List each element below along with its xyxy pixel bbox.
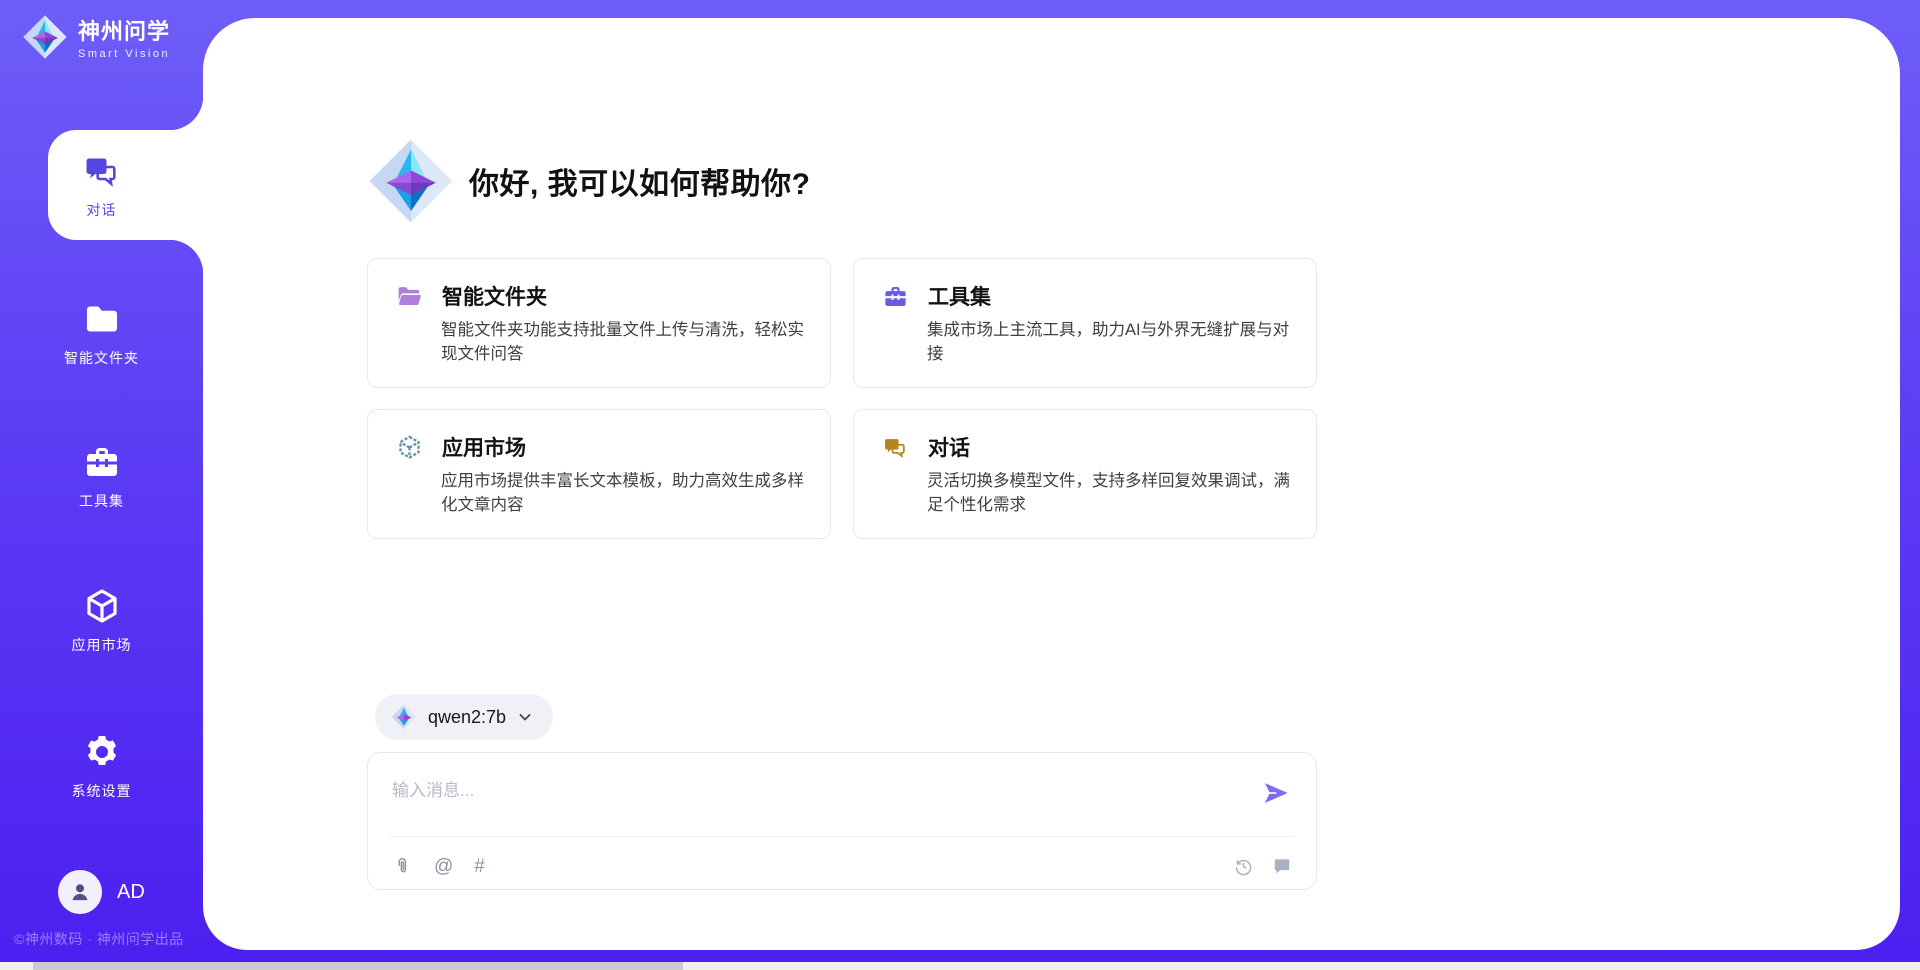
active-tab-background xyxy=(48,130,203,240)
mention-icon[interactable]: @ xyxy=(434,857,453,876)
card-chat[interactable]: 对话 灵活切换多模型文件，支持多样回复效果调试，满足个性化需求 xyxy=(853,409,1317,539)
card-toolset[interactable]: 工具集 集成市场上主流工具，助力AI与外界无缝扩展与对接 xyxy=(853,258,1317,388)
model-selector[interactable]: qwen2:7b xyxy=(375,694,553,740)
toolbox-icon xyxy=(82,442,122,482)
brand-name: 神州问学 xyxy=(78,14,170,46)
sidebar-item-label: 工具集 xyxy=(79,491,124,511)
sidebar-item-chat[interactable]: 对话 xyxy=(0,130,203,240)
brand-diamond-icon xyxy=(22,14,68,60)
greeting-block: 你好, 我可以如何帮助你? xyxy=(367,137,811,225)
brand-subtitle: Smart Vision xyxy=(78,48,170,60)
sidebar-item-label: 应用市场 xyxy=(72,635,132,655)
user-account[interactable]: AD xyxy=(58,870,145,914)
card-smart-folder[interactable]: 智能文件夹 智能文件夹功能支持批量文件上传与清洗，轻松实现文件问答 xyxy=(367,258,831,388)
card-title: 智能文件夹 xyxy=(442,281,547,311)
scrollbar-thumb[interactable] xyxy=(33,962,683,970)
avatar xyxy=(58,870,102,914)
person-icon xyxy=(67,879,93,905)
card-title: 工具集 xyxy=(928,281,991,311)
user-name: AD xyxy=(117,881,145,904)
assistant-diamond-icon xyxy=(367,137,455,225)
chat-icon xyxy=(82,151,122,191)
sidebar: 神州问学 Smart Vision 对话 智能文件夹 工具集 xyxy=(0,0,203,970)
card-description: 智能文件夹功能支持批量文件上传与清洗，轻松实现文件问答 xyxy=(441,319,810,367)
composer-toolbar: @ # xyxy=(392,852,1292,880)
toolbox-icon xyxy=(882,283,909,310)
hashtag-icon[interactable]: # xyxy=(474,857,485,876)
sidebar-item-label: 智能文件夹 xyxy=(64,348,139,368)
greeting-title: 你好, 我可以如何帮助你? xyxy=(469,159,811,203)
message-composer: @ # xyxy=(367,752,1317,890)
horizontal-scrollbar[interactable] xyxy=(0,962,1920,970)
history-icon[interactable] xyxy=(1233,856,1254,877)
send-icon[interactable] xyxy=(1262,779,1290,807)
sidebar-item-label: 系统设置 xyxy=(72,781,132,801)
sidebar-item-label: 对话 xyxy=(87,200,117,220)
card-title: 对话 xyxy=(928,432,970,462)
grid-cube-icon xyxy=(396,434,423,461)
attachment-icon[interactable] xyxy=(392,856,413,877)
card-title: 应用市场 xyxy=(442,432,526,462)
sidebar-item-app-market[interactable]: 应用市场 xyxy=(0,565,203,675)
sidebar-item-smart-folder[interactable]: 智能文件夹 xyxy=(0,278,203,388)
card-description: 应用市场提供丰富长文本模板，助力高效生成多样化文章内容 xyxy=(441,470,810,518)
composer-divider xyxy=(390,836,1294,837)
gear-icon xyxy=(82,732,122,772)
model-name: qwen2:7b xyxy=(428,707,506,728)
message-input[interactable] xyxy=(392,771,1226,811)
copyright-text: ©神州数码 · 神州问学出品 xyxy=(14,929,184,949)
chat-icon xyxy=(882,434,909,461)
sidebar-item-toolset[interactable]: 工具集 xyxy=(0,421,203,531)
model-diamond-icon xyxy=(391,704,417,730)
brand-logo: 神州问学 Smart Vision xyxy=(22,14,170,60)
chat-bubble-icon[interactable] xyxy=(1272,856,1292,876)
folder-open-icon xyxy=(396,283,423,310)
card-description: 集成市场上主流工具，助力AI与外界无缝扩展与对接 xyxy=(927,319,1296,367)
feature-cards: 智能文件夹 智能文件夹功能支持批量文件上传与清洗，轻松实现文件问答 工具集 集成… xyxy=(367,258,1317,540)
chevron-down-icon xyxy=(517,709,533,725)
sidebar-item-settings[interactable]: 系统设置 xyxy=(0,711,203,821)
cube-icon xyxy=(82,586,122,626)
card-description: 灵活切换多模型文件，支持多样回复效果调试，满足个性化需求 xyxy=(927,470,1296,518)
folder-icon xyxy=(82,299,122,339)
card-app-market[interactable]: 应用市场 应用市场提供丰富长文本模板，助力高效生成多样化文章内容 xyxy=(367,409,831,539)
